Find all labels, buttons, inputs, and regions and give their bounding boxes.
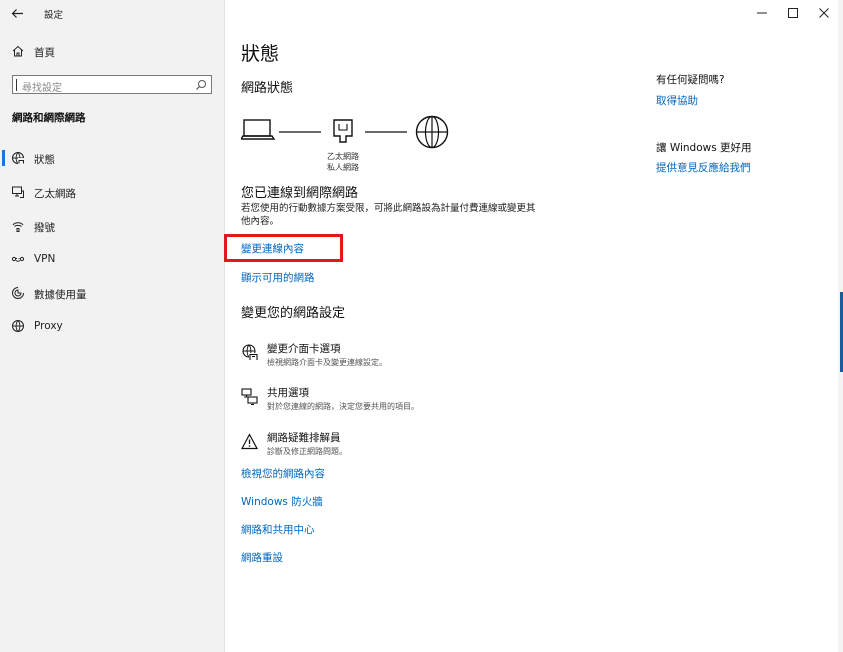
titlebar-left: 設定 xyxy=(0,0,224,26)
setting-title: 網路疑難排解員 xyxy=(267,432,341,444)
setting-title: 共用選項 xyxy=(267,387,309,399)
sidebar-item-label: 首頁 xyxy=(34,47,55,59)
change-connection-properties-link[interactable]: 變更連線內容 xyxy=(241,241,304,256)
network-diagram-graphic xyxy=(239,115,449,149)
back-arrow-icon xyxy=(11,8,23,18)
get-help-link[interactable]: 取得協助 xyxy=(656,93,698,108)
background-window-edge xyxy=(838,0,843,652)
sidebar-item-home[interactable]: 首頁 xyxy=(0,41,224,63)
change-adapter-options[interactable]: 變更介面卡選項 檢視網路介面卡及變更連線設定。 xyxy=(241,341,501,375)
page-title: 狀態 xyxy=(241,43,280,65)
diagram-caption-network-type: 私人網路 xyxy=(327,163,359,172)
sidebar-item-ethernet[interactable]: 乙太網路 xyxy=(0,179,224,205)
improve-windows-heading: 讓 Windows 更好用 xyxy=(656,142,752,154)
sidebar-item-vpn[interactable]: VPN xyxy=(0,246,224,272)
ethernet-icon xyxy=(12,186,24,198)
maximize-icon xyxy=(788,8,798,18)
ethernet-port-icon xyxy=(333,119,353,143)
setting-title: 變更介面卡選項 xyxy=(267,343,341,355)
network-troubleshooter[interactable]: 網路疑難排解員 診斷及修正網路問題。 xyxy=(241,430,501,464)
network-diagram: 乙太網路 私人網路 xyxy=(239,114,456,176)
network-reset-link[interactable]: 網路重設 xyxy=(241,550,283,565)
sharing-icon xyxy=(241,388,258,405)
network-sharing-center-link[interactable]: 網路和共用中心 xyxy=(241,522,315,537)
connected-description: 若您使用的行動數據方案受限，可將此網路設為計量付費連線或變更其他內容。 xyxy=(241,203,536,227)
search-input[interactable]: 尋找設定 xyxy=(12,75,212,94)
sidebar-item-label: 數據使用量 xyxy=(34,289,87,301)
data-usage-icon xyxy=(12,287,24,299)
windows-firewall-link[interactable]: Windows 防火牆 xyxy=(241,494,323,509)
close-button[interactable] xyxy=(810,2,838,24)
sidebar-item-label: 乙太網路 xyxy=(34,188,76,200)
warning-icon xyxy=(241,433,258,450)
setting-description: 檢視網路介面卡及變更連線設定。 xyxy=(267,358,387,367)
sidebar-item-proxy[interactable]: Proxy xyxy=(0,313,224,339)
sidebar-item-label: 撥號 xyxy=(34,222,55,234)
globe-icon xyxy=(12,320,24,332)
connected-title: 您已連線到網際網路 xyxy=(241,186,359,201)
show-available-networks-link[interactable]: 顯示可用的網路 xyxy=(241,270,315,285)
back-button[interactable] xyxy=(6,3,28,23)
minimize-button[interactable] xyxy=(748,2,776,24)
view-network-properties-link[interactable]: 檢視您的網路內容 xyxy=(241,466,325,481)
sidebar-item-label: VPN xyxy=(34,253,56,265)
setting-description: 對於您連線的網路，決定您要共用的項目。 xyxy=(267,402,419,411)
sidebar-item-label: Proxy xyxy=(34,320,63,332)
home-icon xyxy=(12,45,24,57)
laptop-icon xyxy=(239,119,276,140)
setting-description: 診斷及修正網路問題。 xyxy=(267,447,347,456)
search-placeholder: 尋找設定 xyxy=(22,83,62,94)
text-caret xyxy=(16,79,17,91)
maximize-button[interactable] xyxy=(779,2,807,24)
search-icon[interactable] xyxy=(195,79,207,91)
globe-status-icon xyxy=(12,152,24,164)
sidebar-item-dialup[interactable]: 撥號 xyxy=(0,213,224,239)
sidebar-item-status[interactable]: 狀態 xyxy=(0,145,224,171)
diagram-caption-connection: 乙太網路 xyxy=(327,152,359,161)
internet-globe-icon xyxy=(415,115,449,149)
sidebar-item-data-usage[interactable]: 數據使用量 xyxy=(0,280,224,306)
settings-window: 設定 首頁 尋找設定 網路和網際網路 狀態 乙太網路 撥號 VPN 數據使用量 … xyxy=(0,0,839,652)
network-status-heading: 網路狀態 xyxy=(241,81,294,96)
sidebar-section-title: 網路和網際網路 xyxy=(12,112,86,124)
sidebar-item-label: 狀態 xyxy=(34,154,55,166)
vpn-icon xyxy=(11,256,25,262)
sidebar: 設定 首頁 尋找設定 網路和網際網路 狀態 乙太網路 撥號 VPN 數據使用量 … xyxy=(0,0,225,652)
app-title: 設定 xyxy=(44,10,64,21)
close-icon xyxy=(819,8,829,18)
sharing-options[interactable]: 共用選項 對於您連線的網路，決定您要共用的項目。 xyxy=(241,385,501,419)
minimize-icon xyxy=(757,12,767,14)
adapter-icon xyxy=(242,344,258,360)
active-indicator xyxy=(2,150,5,166)
question-heading: 有任何疑問嗎? xyxy=(656,74,725,86)
give-feedback-link[interactable]: 提供意見反應給我們 xyxy=(656,160,751,175)
dialup-icon xyxy=(12,222,24,232)
change-network-settings-heading: 變更您的網路設定 xyxy=(241,306,346,321)
